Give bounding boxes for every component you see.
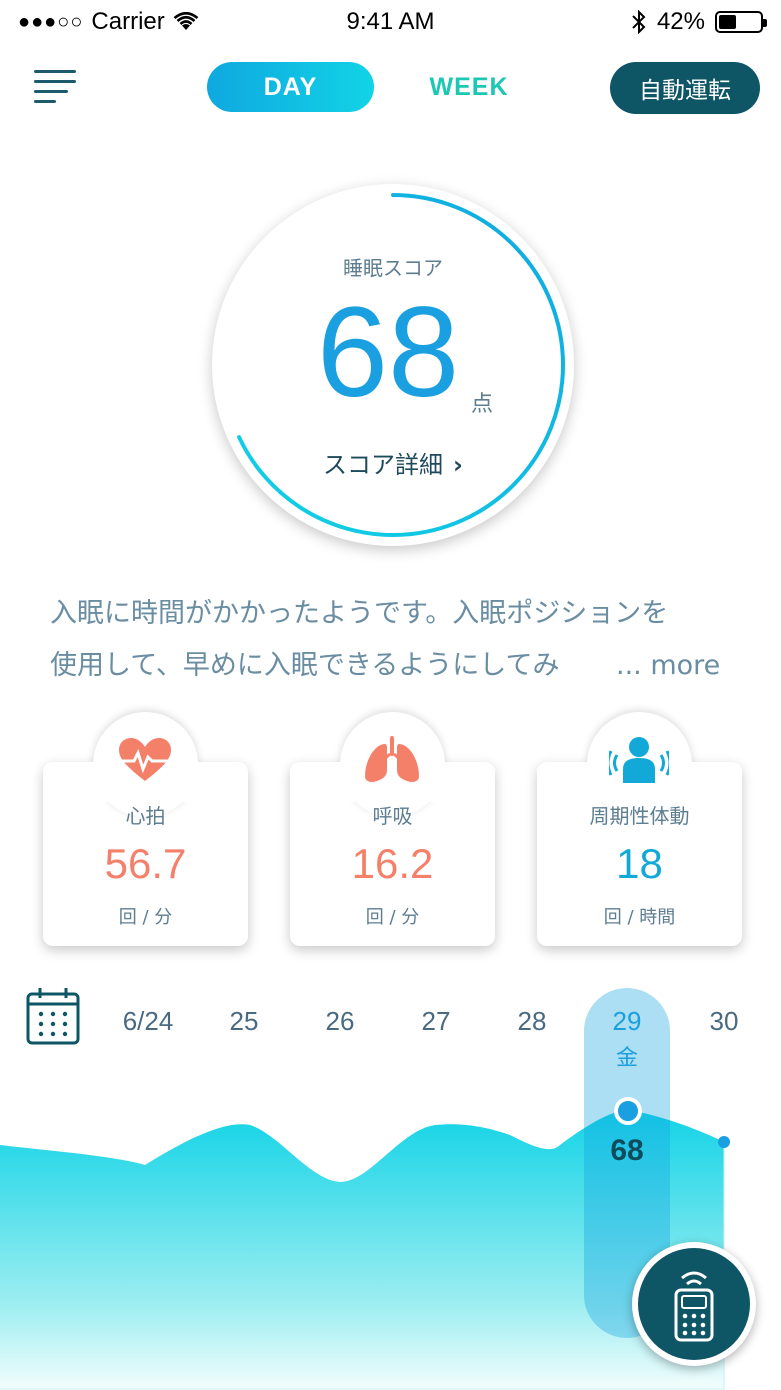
date-25[interactable]: 25 [204,1006,284,1037]
date-28[interactable]: 28 [492,1006,572,1037]
date-30[interactable]: 30 [684,1006,764,1037]
score-value: 68 [316,281,460,424]
metric-card-breathing[interactable]: 呼吸 16.2 回 / 分 [290,712,495,946]
date-27[interactable]: 27 [396,1006,476,1037]
score-detail-label: スコア詳細 [323,451,444,479]
tab-day[interactable]: DAY [207,62,374,112]
selected-weekday: 金 [615,1046,638,1071]
score-detail-link[interactable]: スコア詳細 › [208,445,578,480]
metric-value: 18 [616,840,663,887]
status-bar: ●●●○○ Carrier 9:41 AM 42% [0,0,781,44]
chevron-right-icon: › [453,451,463,479]
remote-control-icon [674,1271,714,1342]
date-26[interactable]: 26 [300,1006,380,1037]
score-label: 睡眠スコア [343,256,443,280]
auto-operation-button[interactable]: 自動運転 [610,62,760,114]
menu-icon[interactable] [34,68,76,104]
trend-end-point [718,1136,730,1148]
lungs-icon [362,732,422,788]
score-unit: 点 [471,392,494,417]
bluetooth-icon [632,10,646,34]
date-29[interactable]: 29 [587,1006,667,1037]
sleep-score-card: 睡眠スコア 68 点 スコア詳細 › [208,180,578,550]
tab-week[interactable]: WEEK [404,62,534,112]
selected-score-marker [614,1097,642,1125]
person-movement-icon [609,732,669,788]
more-link[interactable]: ... more [616,640,720,692]
metric-value: 16.2 [351,840,434,887]
metric-label: 周期性体動 [589,804,690,828]
heart-pulse-icon [115,732,175,788]
selected-score-value: 68 [610,1134,644,1167]
metric-value: 56.7 [104,840,187,887]
remote-control-button[interactable] [632,1242,756,1366]
metric-unit: 回 / 時間 [603,907,676,928]
metric-unit: 回 / 分 [365,907,420,928]
advice-line-1: 入眠に時間がかかったようです。入眠ポジションを [50,598,669,629]
battery-percent: 42% [656,8,705,35]
calendar-icon[interactable] [26,987,80,1045]
advice-text: 入眠に時間がかかったようです。入眠ポジションを 使用して、早めに入眠できるように… [50,588,740,692]
metric-label: 呼吸 [372,804,413,828]
metric-card-heart-rate[interactable]: 心拍 56.7 回 / 分 [43,712,248,946]
date-6-24[interactable]: 6/24 [108,1006,188,1037]
metric-unit: 回 / 分 [118,907,173,928]
metric-card-periodic-movement[interactable]: 周期性体動 18 回 / 時間 [537,712,742,946]
metric-label: 心拍 [125,804,166,828]
battery-icon [715,11,767,33]
